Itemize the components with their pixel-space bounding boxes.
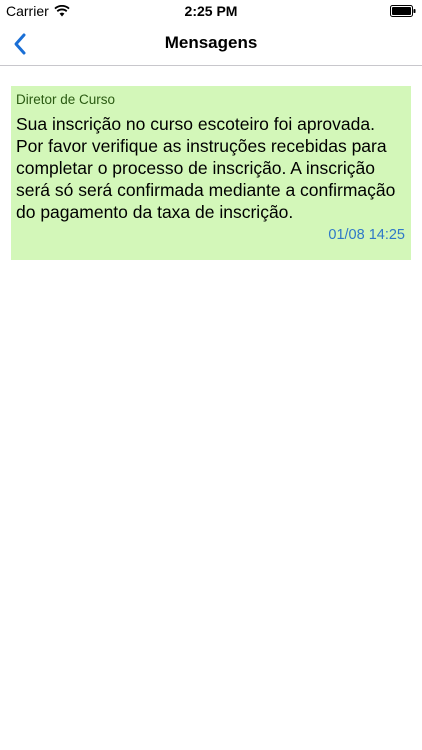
message-sender: Diretor de Curso	[16, 92, 116, 107]
message-timestamp: 01/08 14:25	[328, 227, 405, 243]
message-card[interactable]: Diretor de Curso Sua inscrição no curso …	[11, 86, 411, 260]
page-title: Mensagens	[164, 33, 258, 52]
battery-icon	[390, 5, 416, 17]
message-text: Sua inscrição no curso escoteiro foi apr…	[16, 114, 396, 222]
status-bar: Carrier 2:25 PM	[0, 0, 422, 22]
navigation-bar: Mensagens	[0, 22, 422, 66]
status-time: 2:25 PM	[184, 3, 238, 19]
